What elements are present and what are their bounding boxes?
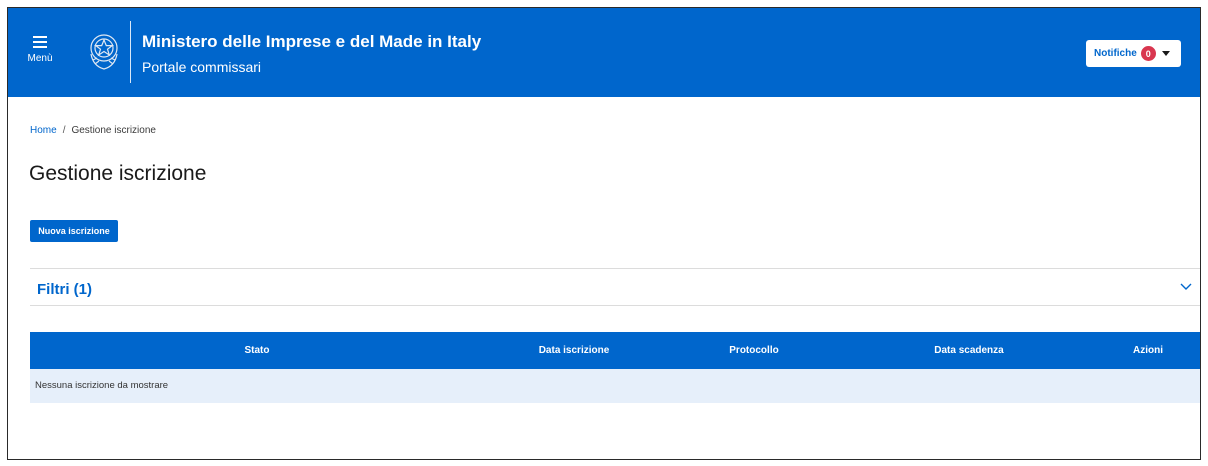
registrations-table: Stato Data iscrizione Protocollo Data sc… xyxy=(30,332,1200,403)
column-header-protocollo[interactable]: Protocollo xyxy=(664,332,844,369)
page-title: Gestione iscrizione xyxy=(29,162,207,185)
column-header-data-scadenza[interactable]: Data scadenza xyxy=(844,332,1094,369)
column-header-stato[interactable]: Stato xyxy=(30,332,484,369)
notifications-label: Notifiche xyxy=(1094,48,1137,59)
breadcrumb: Home / Gestione iscrizione xyxy=(30,125,156,136)
column-header-data-iscrizione[interactable]: Data iscrizione xyxy=(484,332,664,369)
hamburger-icon xyxy=(33,36,47,48)
table-header: Stato Data iscrizione Protocollo Data sc… xyxy=(30,332,1200,369)
brand-title[interactable]: Ministero delle Imprese e del Made in It… xyxy=(142,32,481,52)
notifications-button[interactable]: Notifiche 0 xyxy=(1086,40,1181,67)
top-header: Menù Ministero delle Imprese e del Made … xyxy=(8,8,1200,97)
menu-button[interactable]: Menù xyxy=(22,28,58,76)
empty-table-message: Nessuna iscrizione da mostrare xyxy=(35,380,169,391)
brand-subtitle: Portale commissari xyxy=(142,59,262,75)
filters-accordion[interactable]: Filtri (1) xyxy=(30,268,1200,306)
chevron-down-icon xyxy=(1180,283,1192,290)
menu-label: Menù xyxy=(27,53,53,64)
app-frame: Menù Ministero delle Imprese e del Made … xyxy=(7,7,1201,460)
column-header-azioni: Azioni xyxy=(1133,345,1163,356)
new-registration-button[interactable]: Nuova iscrizione xyxy=(30,220,118,242)
italian-republic-emblem-icon xyxy=(90,34,118,70)
breadcrumb-home-link[interactable]: Home xyxy=(30,125,57,136)
notifications-count-badge: 0 xyxy=(1140,46,1156,61)
breadcrumb-current: Gestione iscrizione xyxy=(71,125,156,136)
caret-down-icon xyxy=(1161,51,1170,56)
filters-label: Filtri (1) xyxy=(37,281,92,298)
header-divider xyxy=(130,21,131,83)
breadcrumb-separator: / xyxy=(62,125,66,136)
table-row: Nessuna iscrizione da mostrare xyxy=(30,369,1200,403)
